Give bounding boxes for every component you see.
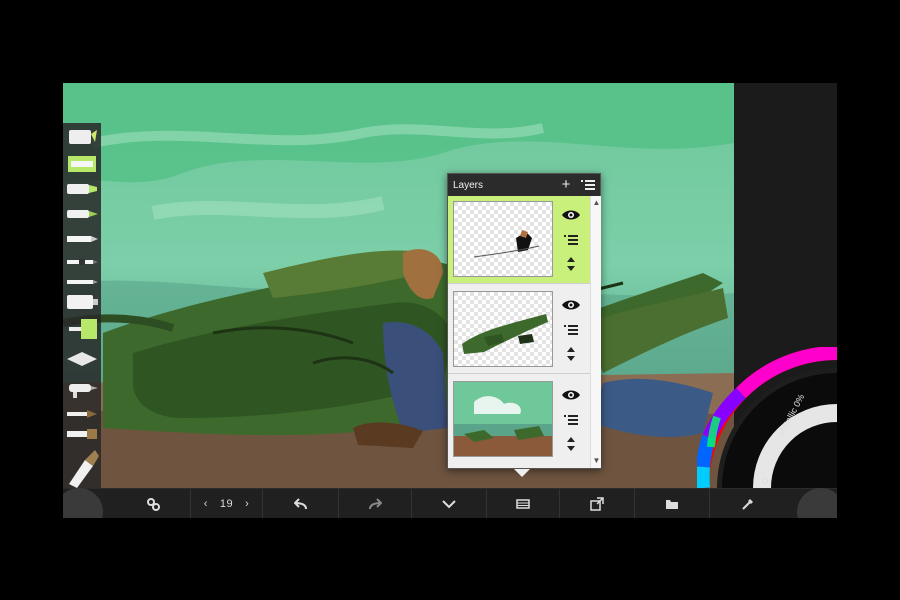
eraser-tool[interactable]	[65, 126, 99, 148]
paint-tube-tool[interactable]	[65, 291, 99, 313]
layer-thumbnail[interactable]	[453, 381, 553, 457]
collapse-button[interactable]	[412, 489, 487, 518]
layer-options-icon[interactable]	[558, 319, 584, 341]
eyedropper-button[interactable]	[710, 489, 785, 518]
app-window: Metallic 0% Layers + ▲ ▼ ‹ 19 ›	[63, 83, 837, 518]
reorder-icon[interactable]	[558, 343, 584, 365]
settings-icon	[146, 498, 160, 511]
reorder-icon[interactable]	[558, 253, 584, 275]
layers-scrollbar[interactable]: ▲ ▼	[590, 196, 601, 468]
prev-page-icon[interactable]: ‹	[204, 498, 208, 510]
brush-tool[interactable]	[65, 403, 99, 425]
flat-brush-tool[interactable]	[65, 423, 99, 445]
ballpoint-tool[interactable]	[65, 271, 99, 293]
page-navigator[interactable]: ‹ 19 ›	[191, 489, 263, 518]
collapse-icon	[442, 500, 456, 509]
export-button[interactable]	[560, 489, 635, 518]
layers-panel-pointer	[514, 469, 530, 477]
next-page-icon[interactable]: ›	[245, 498, 249, 510]
layer-row-1[interactable]	[448, 196, 590, 284]
eye-icon[interactable]	[558, 204, 584, 226]
layer-thumbnail[interactable]	[453, 291, 553, 367]
redo-icon	[369, 498, 382, 510]
drawing-canvas[interactable]	[63, 83, 734, 488]
tool-palette	[63, 123, 101, 493]
layers-panel: Layers + ▲ ▼	[447, 173, 601, 469]
plus-icon[interactable]: +	[558, 177, 574, 193]
layers-title: Layers	[453, 179, 484, 191]
fine-pen-tool[interactable]	[65, 251, 99, 273]
color-picker-wheel[interactable]	[697, 347, 837, 488]
roller-tool[interactable]	[65, 318, 99, 340]
felt-pen-tool[interactable]	[65, 203, 99, 225]
redo-button[interactable]	[339, 489, 412, 518]
undo-button[interactable]	[263, 489, 339, 518]
wide-brush-tool[interactable]	[65, 448, 99, 488]
layers-header: Layers +	[448, 174, 600, 196]
bottom-toolbar: ‹ 19 ›	[63, 488, 837, 518]
layer-row-3[interactable]	[448, 376, 590, 464]
page-number: 19	[219, 498, 234, 510]
eyedropper-icon	[741, 499, 753, 510]
reorder-icon[interactable]	[558, 433, 584, 455]
smudge-tool[interactable]	[65, 348, 99, 370]
gallery-icon	[666, 500, 678, 509]
layer-row-2[interactable]	[448, 286, 590, 374]
undo-icon	[293, 498, 307, 510]
layer-options-icon[interactable]	[558, 409, 584, 431]
gallery-button[interactable]	[635, 489, 710, 518]
layers-button[interactable]	[487, 489, 560, 518]
layer-menu-icon[interactable]	[580, 177, 596, 193]
layer-options-icon[interactable]	[558, 229, 584, 251]
layer-thumbnail[interactable]	[453, 201, 553, 277]
marker-tool[interactable]	[65, 178, 99, 200]
settings-button[interactable]	[115, 489, 191, 518]
pencil-tool[interactable]	[65, 228, 99, 250]
layers-icon	[516, 499, 530, 509]
eye-icon[interactable]	[558, 384, 584, 406]
export-icon	[590, 497, 604, 511]
scroll-down-icon[interactable]: ▼	[592, 456, 601, 465]
airbrush-tool[interactable]	[65, 378, 99, 400]
scroll-up-icon[interactable]: ▲	[592, 198, 601, 207]
ruler-tool[interactable]	[65, 153, 99, 175]
eye-icon[interactable]	[558, 294, 584, 316]
